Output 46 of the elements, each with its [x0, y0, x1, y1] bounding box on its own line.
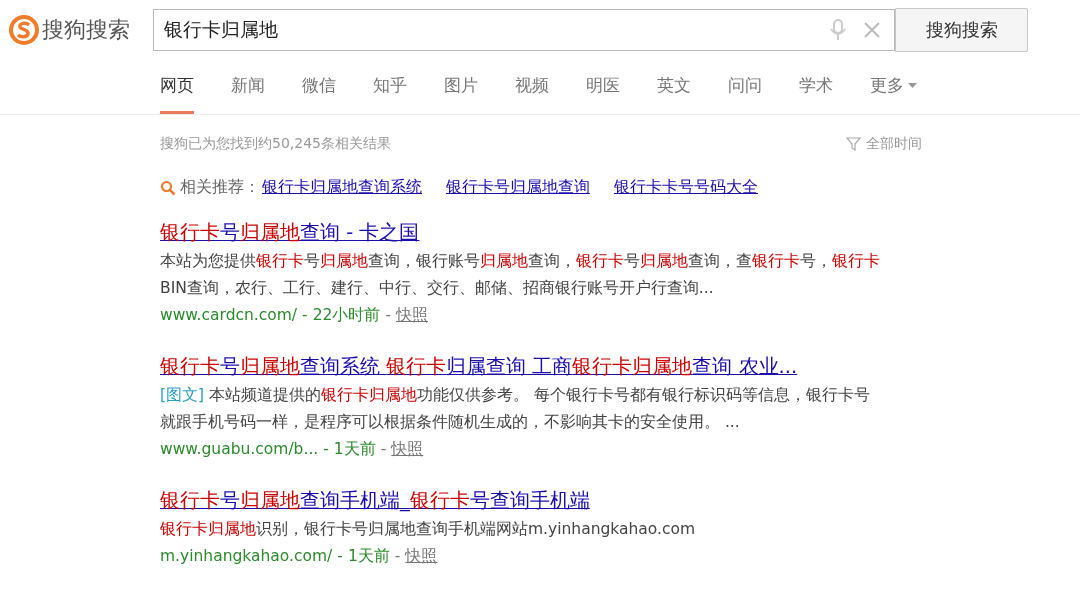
result-time: 1天前 [347, 546, 390, 567]
related-label: 相关推荐： [180, 177, 260, 198]
search-icon [160, 179, 176, 196]
result-title-link[interactable]: 银行卡号归属地查询系统 银行卡归属查询 工商银行卡归属地查询 农业... [160, 354, 798, 380]
nav-tab[interactable]: 更多 [870, 52, 917, 114]
result-time: 22小时前 [312, 305, 381, 326]
separator: - [302, 305, 308, 326]
result-snippet: [图文] 本站频道提供的银行卡归属地功能仅供参考。 每个银行卡号都有银行标识码等信息，银行卡号就跟手机号码一样，是程序可以根据条件随机生成的，不影响其卡的安全使用。 ... [160, 385, 871, 433]
result-url: www.guabu.com/b... [160, 439, 319, 460]
logo-icon [8, 14, 40, 46]
nav-tab[interactable]: 知乎 [373, 52, 407, 114]
nav-tab[interactable]: 新闻 [231, 52, 265, 114]
separator: - [337, 546, 343, 567]
separator: - [385, 305, 391, 326]
logo-text[interactable]: 搜狗搜索 [42, 15, 130, 45]
separator: - [380, 439, 387, 460]
snapshot-link[interactable]: 快照 [405, 543, 438, 569]
result-count: 搜狗已为您找到约50,245条相关结果 [160, 135, 391, 153]
result-snippet: 银行卡归属地识别，银行卡号归属地查询手机端网站m.yinhangkahao.com [160, 519, 697, 540]
result-url: m.yinhangkahao.com/ [160, 546, 333, 567]
related-link[interactable]: 银行卡号归属地查询 [446, 177, 590, 198]
snapshot-link[interactable]: 快照 [396, 302, 428, 328]
nav-tab[interactable]: 明医 [586, 52, 620, 114]
nav-tab[interactable]: 学术 [799, 52, 833, 114]
search-button[interactable]: 搜狗搜索 [895, 8, 1028, 52]
filter-icon[interactable] [846, 136, 861, 152]
nav-tab[interactable]: 网页 [160, 52, 194, 114]
result-title-link[interactable]: 银行卡号归属地查询 - 卡之国 [160, 220, 420, 246]
result-time: 1天前 [333, 439, 376, 460]
separator: - [323, 439, 329, 460]
nav-tab[interactable]: 英文 [657, 52, 691, 114]
nav-tab[interactable]: 微信 [302, 52, 336, 114]
result-snippet: 本站为您提供银行卡号归属地查询，银行账号归属地查询，银行卡号归属地查询，查银行卡号，银行卡BIN查询，农行、工行、建行、中行、交行、邮储、招商银行账号开户行查询... [160, 251, 880, 299]
nav-tab[interactable]: 问问 [728, 52, 762, 114]
time-filter[interactable]: 全部时间 [866, 135, 922, 153]
snapshot-link[interactable]: 快照 [391, 436, 424, 462]
nav-tab[interactable]: 图片 [444, 52, 478, 114]
nav-tab[interactable]: 视频 [515, 52, 549, 114]
related-link[interactable]: 银行卡归属地查询系统 [262, 177, 422, 198]
result-title-link[interactable]: 银行卡号归属地查询手机端_银行卡号查询手机端 [160, 488, 590, 514]
search-field[interactable]: 银行卡归属地 [153, 9, 895, 51]
related-link[interactable]: 银行卡卡号号码大全 [614, 177, 758, 198]
microphone-icon[interactable] [830, 19, 846, 41]
result-url: www.cardcn.com/ [160, 305, 298, 326]
separator: - [394, 546, 401, 567]
close-icon[interactable] [864, 22, 880, 38]
